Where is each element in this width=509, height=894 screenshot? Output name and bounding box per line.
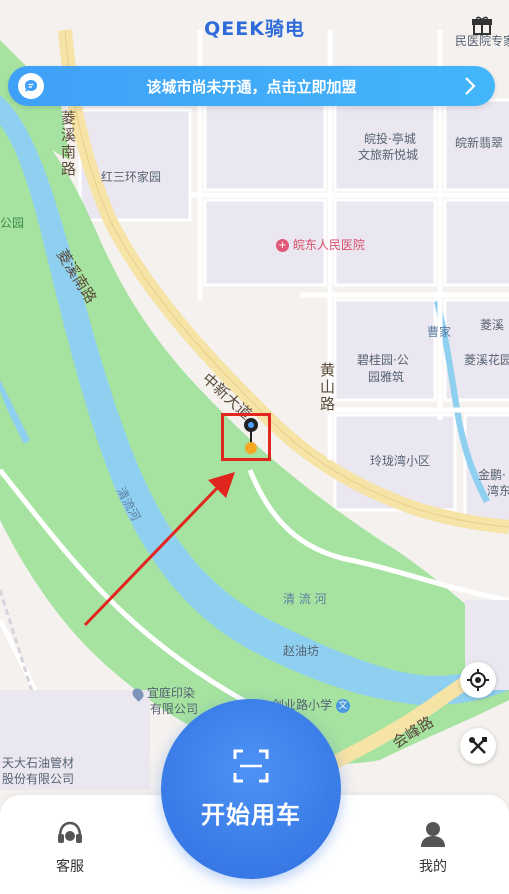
map-label-biguiyuan-2: 园雅筑: [368, 370, 405, 384]
map-label-huangshan-lu: 黄山路: [318, 362, 336, 413]
map-label-biguiyuan-1: 碧桂园·公: [357, 353, 409, 367]
gift-icon[interactable]: [471, 14, 493, 36]
map-label-gongyuan: 公园: [0, 216, 25, 230]
highlight-box: [221, 413, 271, 461]
locate-button[interactable]: [460, 662, 496, 698]
tab-mine-label: 我的: [419, 859, 447, 875]
headset-icon: [58, 821, 82, 843]
tab-customer-service[interactable]: 客服: [30, 820, 110, 876]
map-label-yiting-2: 有限公司: [150, 702, 199, 716]
map-label-linxi: 菱溪: [480, 318, 505, 332]
map-label-yiting: 宜庭印染: [130, 684, 195, 702]
map-label-linxi-nanlu-top: 菱溪南路: [59, 110, 77, 178]
app-logo: QEEK骑电: [204, 18, 305, 40]
map-label-linxi-huayuan: 菱溪花园: [464, 353, 509, 367]
map-label-hongsanhuan: 红三环家园: [101, 170, 162, 184]
map-label-wanxin: 皖新翡翠: [455, 136, 504, 150]
map-label-linglong: 玲珑湾小区: [370, 454, 431, 468]
banner-text: 该城市尚未开通，点击立即加盟: [146, 77, 357, 96]
map-label-wantou-2: 文旅新悦城: [358, 148, 419, 162]
map-label-yiting-1: 宜庭印染: [146, 686, 195, 700]
hospital-icon: +: [276, 239, 289, 252]
wrench-tools-icon: [469, 737, 487, 754]
map-label-qingliu: 清 流 河: [283, 592, 327, 606]
start-riding-button[interactable]: 开始用车: [161, 699, 341, 879]
person-icon: [421, 822, 445, 847]
map-label-hospital: + 皖东人民医院: [276, 236, 365, 253]
locate-target-icon: [467, 669, 489, 691]
map-label-zhaoyoufang: 赵油坊: [283, 644, 320, 658]
tab-customer-service-label: 客服: [56, 859, 84, 875]
tools-button[interactable]: [460, 728, 496, 764]
map-label-jinpeng-2: 湾东: [487, 484, 509, 498]
scan-icon: [233, 749, 269, 782]
map-label-jinpeng-1: 金鹏·: [478, 468, 506, 482]
map-label-tiandashi-1: 天大石油管材: [2, 756, 75, 770]
join-banner[interactable]: 该城市尚未开通，点击立即加盟: [8, 66, 495, 106]
chat-bubble-icon: [18, 73, 44, 99]
hospital-label: 皖东人民医院: [292, 238, 365, 252]
poi-pin-icon: [130, 685, 146, 702]
annotation-arrow: [83, 472, 235, 627]
chevron-right-icon: [465, 77, 476, 95]
map-label-wantou-1: 皖投·亭城: [364, 132, 416, 146]
start-riding-label: 开始用车: [201, 800, 301, 829]
map-label-caojia: 曹家: [427, 325, 452, 339]
school-icon: 文: [335, 698, 350, 713]
map-label-tiandashi-2: 股份有限公司: [2, 772, 75, 786]
tab-mine[interactable]: 我的: [393, 820, 473, 876]
